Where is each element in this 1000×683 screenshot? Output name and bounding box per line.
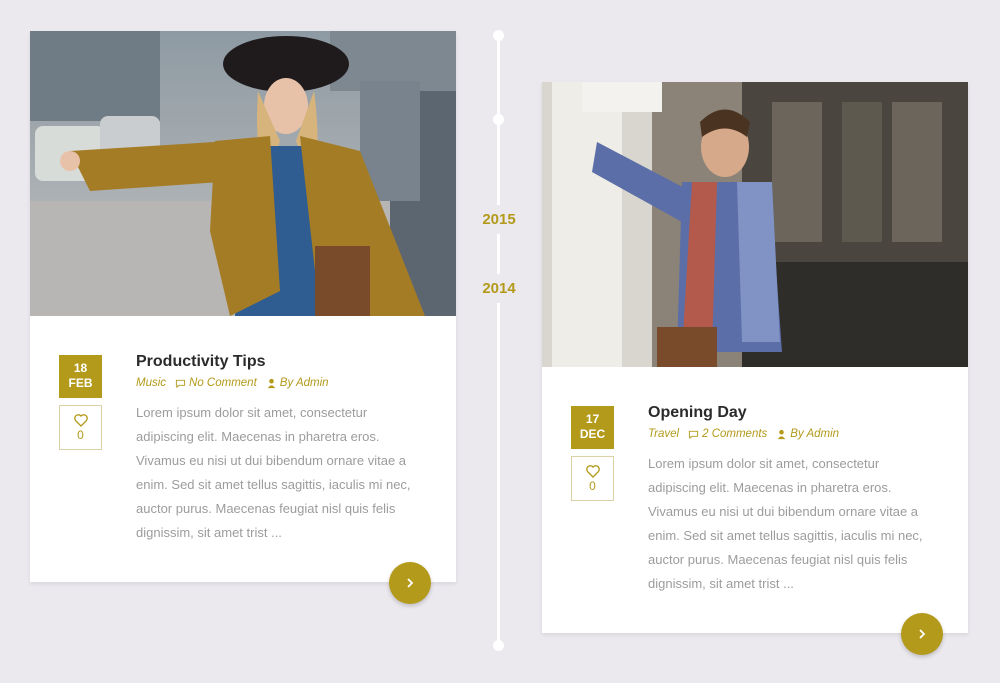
post-author[interactable]: By Admin [280,377,329,389]
timeline-dot [493,640,504,651]
man-building-photo [542,82,968,367]
post-meta: Music No Comment By Admin [136,377,329,389]
timeline-line [497,34,500,646]
like-count: 0 [77,428,84,442]
post-card: 17 DEC 0 Opening Day Travel 2 Comments B… [542,82,968,633]
read-more-button[interactable] [389,562,431,604]
post-category[interactable]: Travel [648,428,679,440]
like-button[interactable]: 0 [571,456,614,501]
year-label-2014: 2014 [472,274,526,303]
comment-icon [175,379,186,388]
post-date-day: 17 [585,412,600,426]
post-image[interactable] [542,82,968,367]
like-count: 0 [589,479,596,493]
post-title[interactable]: Opening Day [648,404,747,422]
post-author[interactable]: By Admin [790,428,839,440]
post-comments[interactable]: No Comment [189,377,257,389]
chevron-right-icon [407,578,414,588]
post-excerpt: Lorem ipsum dolor sit amet, consectetur … [648,456,923,591]
heart-icon [585,465,600,478]
post-date-badge: 17 DEC [571,406,614,449]
post-date-month: DEC [579,427,606,441]
heart-icon [73,414,88,427]
post-category[interactable]: Music [136,377,166,389]
user-icon [778,429,786,439]
post-excerpt: Lorem ipsum dolor sit amet, consectetur … [136,405,411,540]
timeline-dot [493,114,504,125]
post-image[interactable] [30,31,456,316]
post-meta: Travel 2 Comments By Admin [648,428,839,440]
user-icon [267,378,275,388]
post-date-badge: 18 FEB [59,355,102,398]
post-title[interactable]: Productivity Tips [136,353,266,371]
year-label-2015: 2015 [472,205,526,234]
post-comments[interactable]: 2 Comments [702,428,767,440]
post-date-day: 18 [73,361,88,375]
timeline-dot [493,30,504,41]
comment-icon [689,430,699,439]
chevron-right-icon [919,629,926,639]
read-more-button[interactable] [901,613,943,655]
woman-street-photo [30,31,456,316]
like-button[interactable]: 0 [59,405,102,450]
post-date-month: FEB [68,376,93,390]
post-card: 18 FEB 0 Productivity Tips Music No Comm… [30,31,456,582]
